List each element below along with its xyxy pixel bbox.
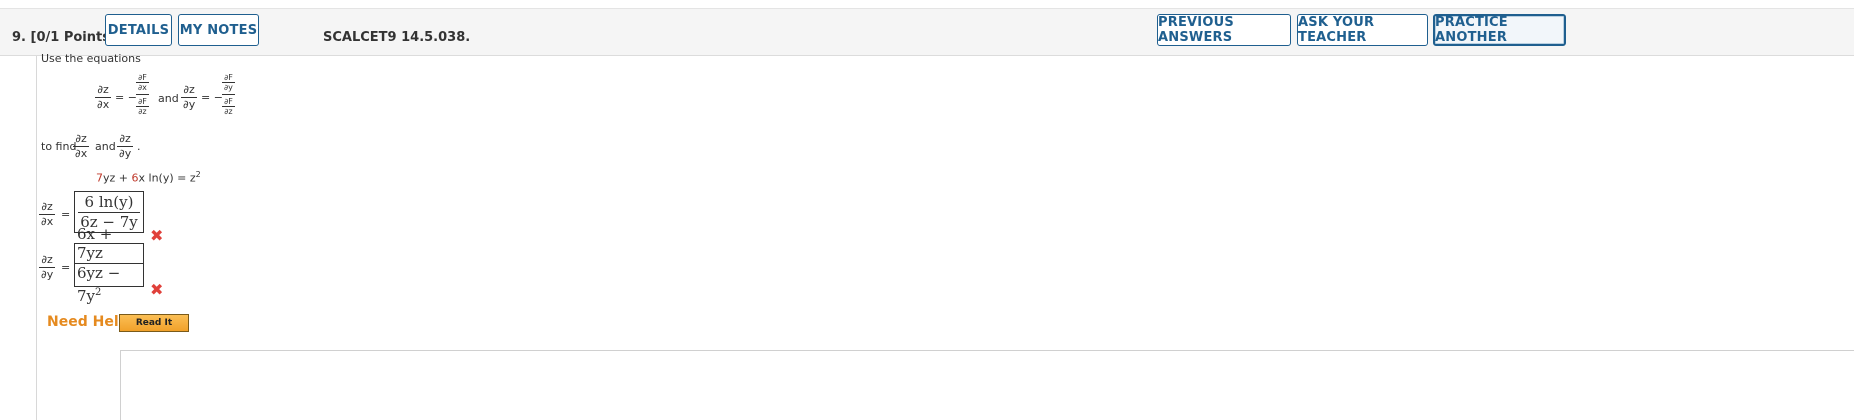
- question-number-label: 9. [0/1 Points]: [12, 30, 116, 45]
- ask-your-teacher-button[interactable]: ASK YOUR TEACHER: [1297, 14, 1428, 46]
- question-code: SCALCET9 14.5.038.: [323, 30, 471, 45]
- practice-another-button[interactable]: PRACTICE ANOTHER: [1433, 14, 1566, 46]
- previous-answers-button[interactable]: PREVIOUS ANSWERS: [1157, 14, 1291, 46]
- eq1-lhs-fraction: ∂z ∂x: [95, 83, 112, 111]
- answer2-numerator: 6x + 7yz: [77, 224, 113, 262]
- incorrect-icon: ✖: [150, 280, 164, 299]
- answer2-label-fraction: ∂z ∂y: [39, 253, 56, 281]
- incorrect-icon: ✖: [150, 226, 164, 245]
- answer-region-top-border: [120, 350, 1854, 351]
- question-header: 9. [0/1 Points] DETAILS MY NOTES SCALCET…: [0, 9, 1854, 56]
- answer1-equals: =: [61, 208, 71, 221]
- intro-text: Use the equations: [41, 52, 141, 65]
- points-label: [0/1 Points]: [30, 30, 116, 45]
- find-period: .: [137, 140, 141, 153]
- answer2-denominator: 6yz − 7y2: [77, 263, 121, 305]
- answer2-equals: =: [61, 261, 71, 274]
- eq1-rhs-fraction: ∂F ∂x ∂F ∂z: [136, 73, 149, 116]
- question-left-border: [36, 56, 37, 420]
- read-it-button[interactable]: Read It: [119, 314, 189, 332]
- details-button[interactable]: DETAILS: [105, 14, 172, 46]
- eq2-sign: = −: [201, 91, 223, 104]
- to-find-text: to find: [41, 140, 77, 153]
- given-equation: 7yz + 6x ln(y) = z2: [96, 170, 201, 185]
- answer-region-left-border: [120, 350, 121, 420]
- answer1-label-fraction: ∂z ∂x: [39, 200, 56, 228]
- and-text-1: and: [158, 92, 179, 105]
- my-notes-button[interactable]: MY NOTES: [178, 14, 259, 46]
- and-text-2: and: [95, 140, 116, 153]
- eq2-lhs-fraction: ∂z ∂y: [181, 83, 198, 111]
- find-dzdx-fraction: ∂z ∂x: [73, 132, 90, 160]
- question-number: 9.: [12, 30, 26, 45]
- question-body: Use the equations ∂z ∂x = − ∂F ∂x ∂F ∂z …: [39, 52, 1838, 420]
- answer2-input[interactable]: 6x + 7yz 6yz − 7y2: [74, 225, 144, 305]
- eq2-rhs-fraction: ∂F ∂y ∂F ∂z: [222, 73, 235, 116]
- answer1-numerator: 6 ln(y): [84, 192, 134, 211]
- eq1-sign: = −: [115, 91, 137, 104]
- find-dzdy-fraction: ∂z ∂y: [117, 132, 134, 160]
